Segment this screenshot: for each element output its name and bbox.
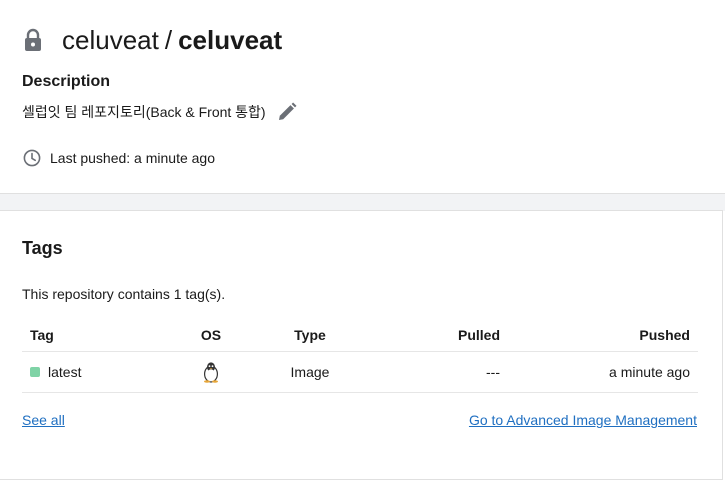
description-label: Description (22, 73, 111, 90)
advanced-image-management-link[interactable]: Go to Advanced Image Management (469, 412, 697, 428)
column-header-tag: Tag (30, 327, 54, 343)
column-header-pulled: Pulled (457, 327, 500, 343)
pulled-cell: --- (486, 364, 500, 380)
pushed-cell: a minute ago (609, 364, 690, 380)
lock-icon (22, 27, 44, 53)
tag-cell: latest (30, 352, 81, 392)
repo-namespace: celuveat (62, 24, 159, 55)
repo-title: celuveat / celuveat (22, 24, 282, 56)
pencil-icon[interactable] (276, 101, 298, 123)
tag-name[interactable]: latest (48, 364, 81, 380)
tags-count-text: This repository contains 1 tag(s). (22, 286, 226, 302)
description-row: 셀럽잇 팀 레포지토리(Back & Front 통합) (22, 101, 298, 123)
os-cell (192, 352, 230, 392)
tags-title: Tags (22, 238, 63, 258)
section-divider (0, 193, 725, 211)
tags-card: Tags This repository contains 1 tag(s). … (0, 210, 723, 480)
table-row[interactable]: latest Image --- a minute ago (22, 352, 698, 393)
column-header-type: Type (294, 327, 326, 343)
tag-status-dot (30, 367, 40, 377)
last-pushed-text: Last pushed: a minute ago (50, 150, 216, 166)
clock-icon (22, 148, 42, 168)
repo-header: celuveat / celuveat Description 셀럽잇 팀 레포… (0, 0, 725, 193)
description-text: 셀럽잇 팀 레포지토리(Back & Front 통합) (22, 104, 266, 120)
type-cell: Image (290, 364, 330, 380)
repo-name: celuveat (178, 24, 283, 55)
linux-icon (202, 361, 220, 383)
column-header-os: OS (200, 327, 222, 343)
last-pushed-row: Last pushed: a minute ago (22, 148, 215, 168)
see-all-link[interactable]: See all (22, 412, 65, 428)
tags-table-header: Tag OS Type Pulled Pushed (22, 319, 698, 352)
column-header-pushed: Pushed (639, 327, 690, 343)
repo-title-separator: / (164, 24, 173, 55)
